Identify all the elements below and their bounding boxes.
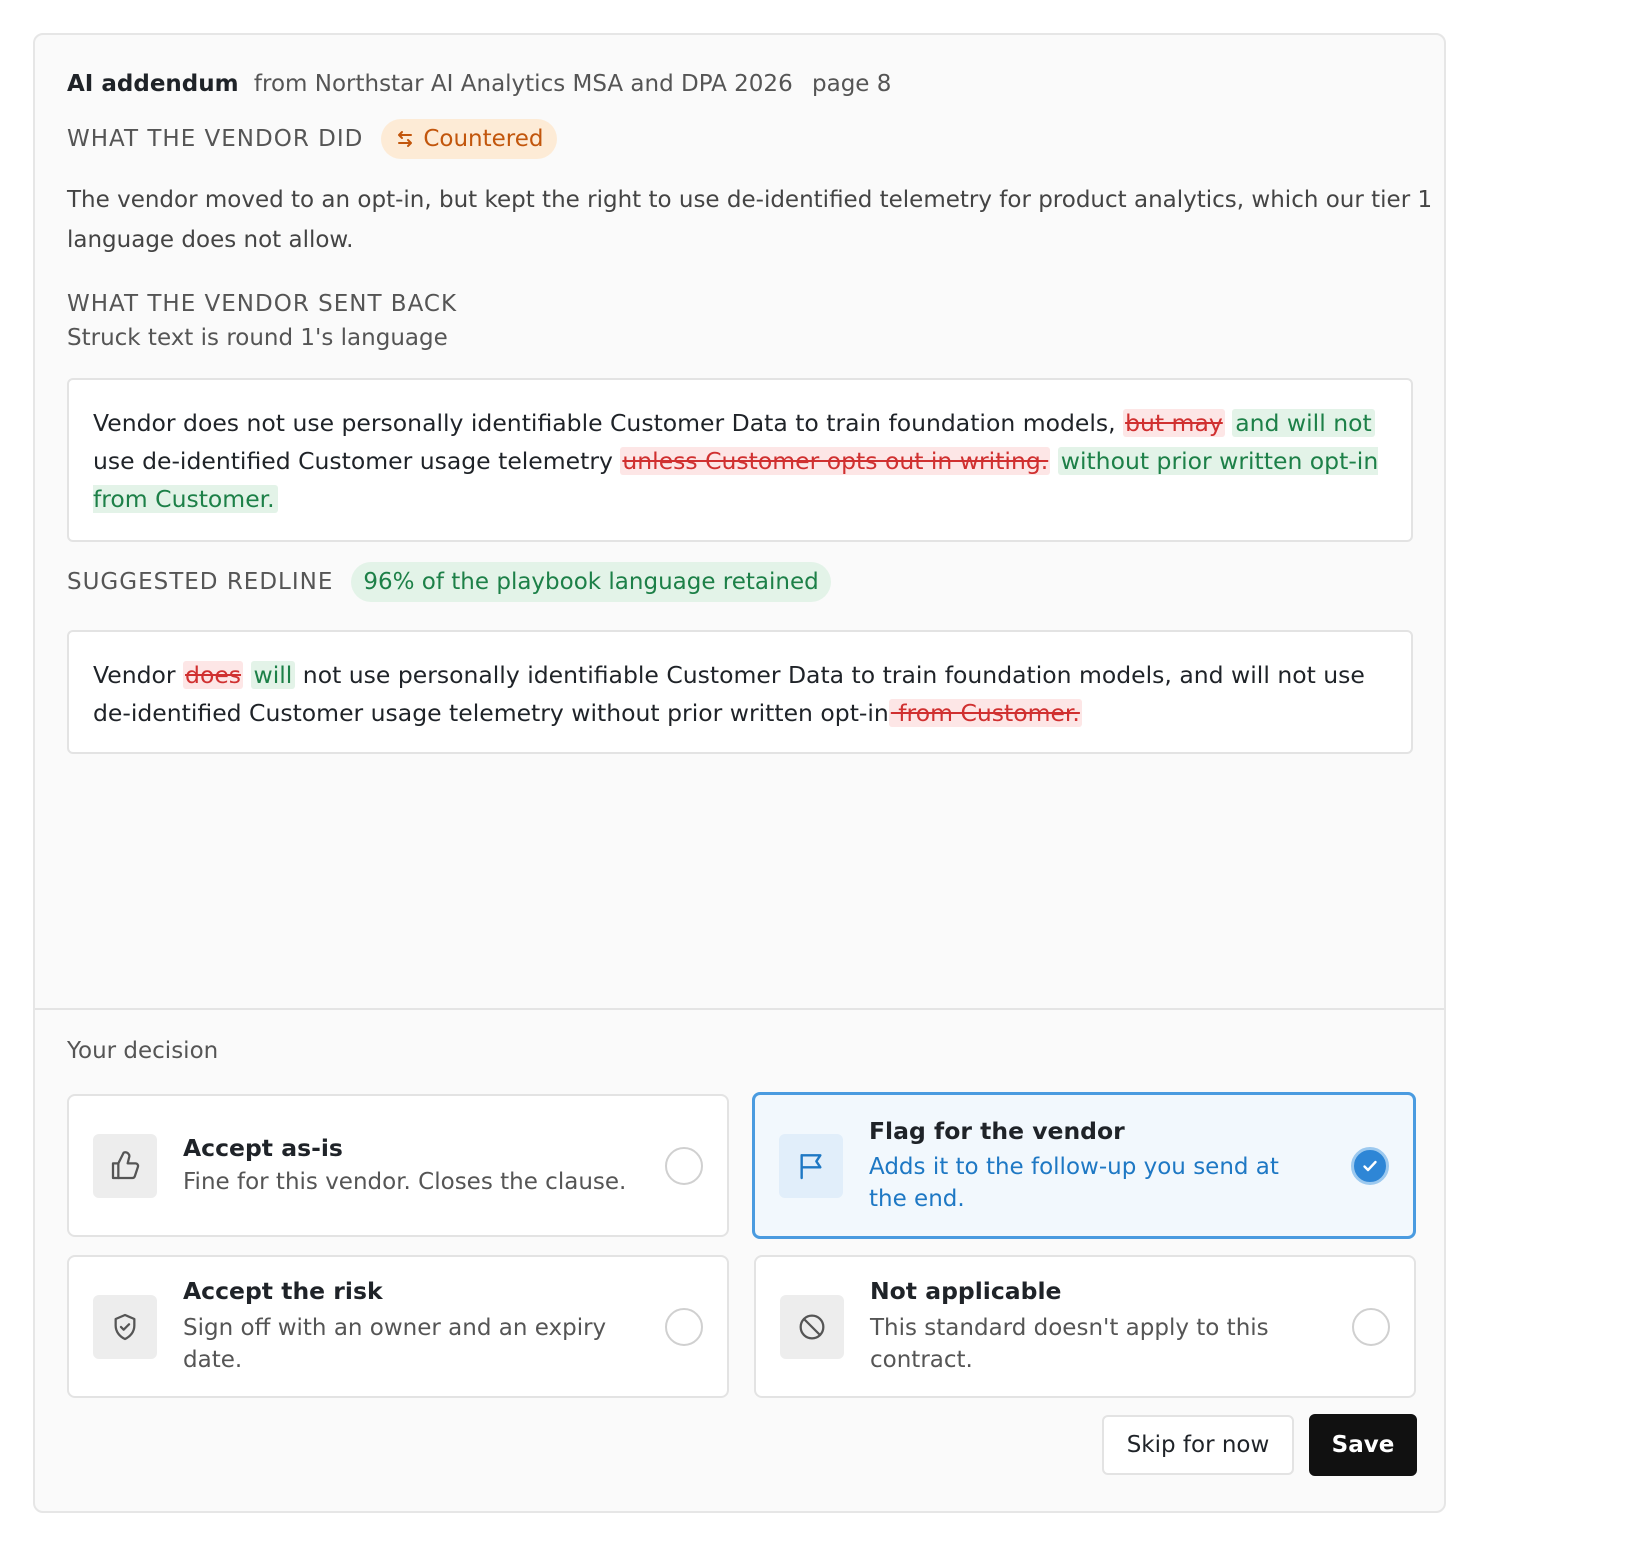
- option-title: Accept the risk: [183, 1277, 383, 1305]
- inserted-text: will: [250, 661, 296, 689]
- option-title: Accept as-is: [183, 1134, 343, 1162]
- vendor-action-row: WHAT THE VENDOR DID Countered: [67, 119, 558, 159]
- clause-details: AI addendum from Northstar AI Analytics …: [35, 35, 1444, 1008]
- vendor-action-label: WHAT THE VENDOR DID: [67, 126, 364, 152]
- radio-flag-for-vendor[interactable]: [1351, 1147, 1389, 1185]
- option-description: This standard doesn't apply to this cont…: [870, 1315, 1269, 1373]
- option-title: Flag for the vendor: [869, 1117, 1125, 1145]
- option-accept-as-is[interactable]: Accept as-is Fine for this vendor. Close…: [67, 1094, 729, 1237]
- inserted-text: and will not: [1232, 409, 1375, 437]
- decision-label: Your decision: [67, 1038, 219, 1064]
- option-description: Adds it to the follow-up you send at the…: [869, 1154, 1279, 1212]
- divider: [35, 1008, 1444, 1010]
- sent-back-label: WHAT THE VENDOR SENT BACK: [67, 291, 458, 317]
- deleted-text: but may: [1123, 409, 1225, 437]
- option-description: Fine for this vendor. Closes the clause.: [183, 1169, 627, 1195]
- check-icon: [1360, 1156, 1380, 1176]
- ban-icon: [780, 1295, 844, 1359]
- flag-icon: [779, 1134, 843, 1198]
- suggested-redline-row: SUGGESTED REDLINE 96% of the playbook la…: [67, 562, 831, 602]
- option-flag-for-vendor[interactable]: Flag for the vendor Adds it to the follo…: [752, 1092, 1416, 1239]
- suggested-redline-label: SUGGESTED REDLINE: [67, 569, 334, 595]
- swap-arrows-icon: [395, 129, 415, 149]
- radio-accept-as-is[interactable]: [665, 1147, 703, 1185]
- clause-text: Vendor: [93, 661, 184, 689]
- page-reference: page 8: [812, 71, 892, 97]
- status-badge: Countered: [381, 119, 558, 159]
- clause-review-card: AI addendum from Northstar AI Analytics …: [33, 33, 1446, 1513]
- vendor-sent-back-text: Vendor does not use personally identifia…: [67, 378, 1413, 542]
- status-text: Countered: [423, 126, 544, 152]
- deleted-text: does: [183, 661, 244, 689]
- radio-accept-the-risk[interactable]: [665, 1308, 703, 1346]
- option-accept-the-risk[interactable]: Accept the risk Sign off with an owner a…: [67, 1255, 729, 1398]
- document-type: AI addendum: [67, 71, 239, 97]
- vendor-action-description: The vendor moved to an opt-in, but kept …: [67, 187, 1433, 253]
- clause-text: [1050, 447, 1057, 475]
- breadcrumb: AI addendum from Northstar AI Analytics …: [67, 67, 891, 101]
- suggested-redline-text: Vendor does will not use personally iden…: [67, 630, 1413, 754]
- option-description: Sign off with an owner and an expiry dat…: [183, 1315, 607, 1373]
- option-title: Not applicable: [870, 1277, 1062, 1305]
- option-not-applicable[interactable]: Not applicable This standard doesn't app…: [754, 1255, 1416, 1398]
- save-button[interactable]: Save: [1309, 1414, 1417, 1476]
- clause-text: Vendor does not use personally identifia…: [93, 409, 1124, 437]
- deleted-text: from Customer.: [888, 699, 1082, 727]
- deleted-text: unless Customer opts out in writing.: [620, 447, 1051, 475]
- sent-back-note: Struck text is round 1's language: [67, 325, 448, 351]
- thumbs-up-icon: [93, 1134, 157, 1198]
- document-source: from Northstar AI Analytics MSA and DPA …: [253, 71, 793, 97]
- radio-not-applicable[interactable]: [1352, 1308, 1390, 1346]
- clause-text: use de-identified Customer usage telemet…: [93, 447, 621, 475]
- skip-for-now-button[interactable]: Skip for now: [1102, 1415, 1294, 1475]
- retention-badge: 96% of the playbook language retained: [351, 562, 831, 602]
- clause-text: [243, 661, 250, 689]
- shield-check-icon: [93, 1295, 157, 1359]
